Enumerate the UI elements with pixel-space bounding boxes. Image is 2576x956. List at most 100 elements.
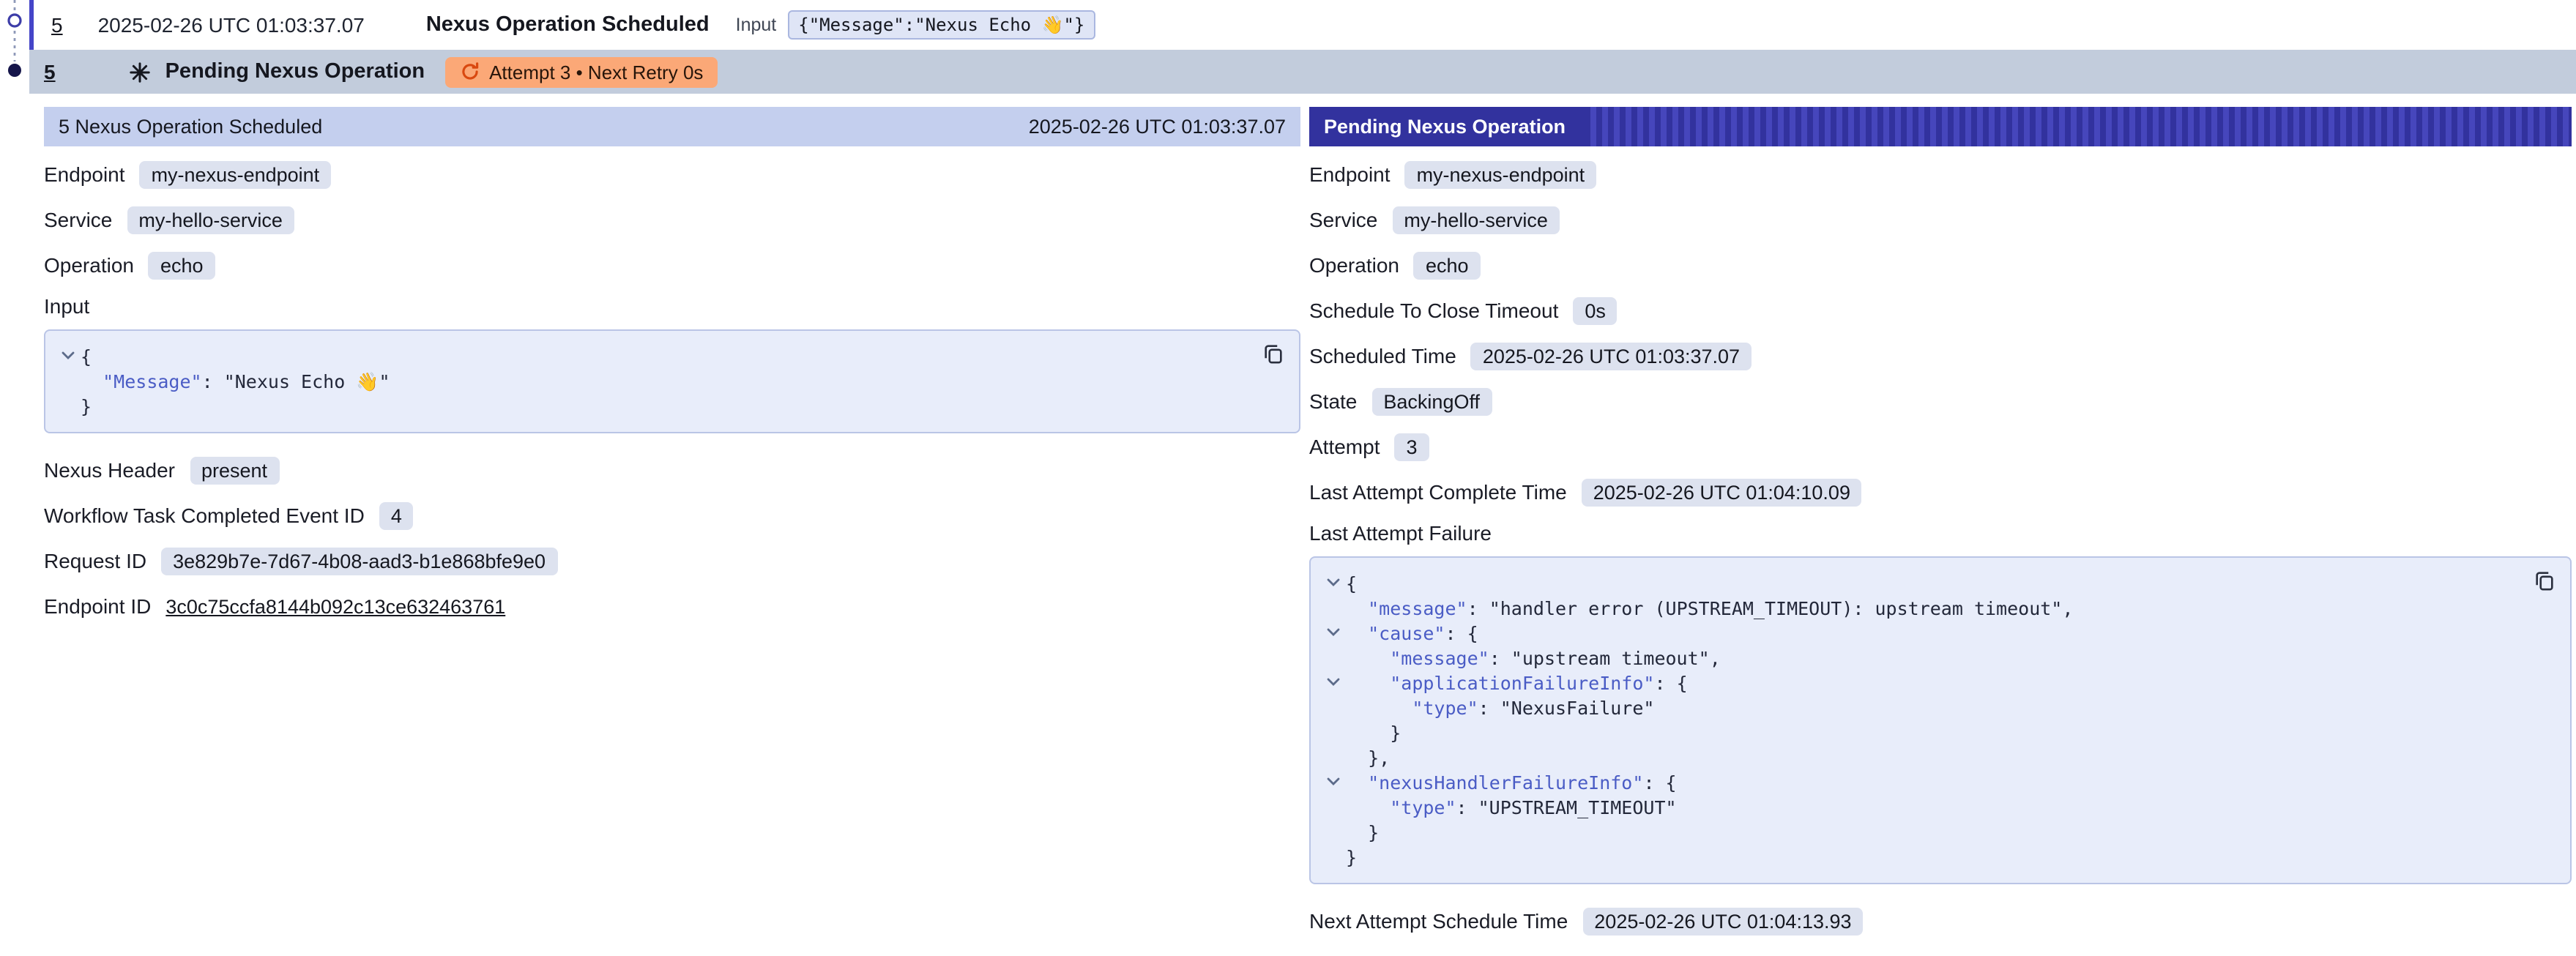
detail-panels: 5 Nexus Operation Scheduled 2025-02-26 U… xyxy=(29,94,2576,950)
pending-event-id-link[interactable]: 5 xyxy=(44,60,56,83)
field-next-attempt-schedule-time: Next Attempt Schedule Time 2025-02-26 UT… xyxy=(1309,905,2572,937)
field-label: Service xyxy=(44,208,112,231)
timeline-markers-icon xyxy=(0,0,29,102)
field-value-chip: 4 xyxy=(379,501,414,529)
field-endpoint: Endpoint my-nexus-endpoint xyxy=(44,158,1300,190)
field-endpoint: Endpoint my-nexus-endpoint xyxy=(1309,158,2572,190)
field-value-chip: 2025-02-26 UTC 01:04:13.93 xyxy=(1582,907,1863,935)
json-line: }, xyxy=(1319,745,2512,770)
json-line: "Message": "Nexus Echo 👋" xyxy=(54,369,1240,394)
field-service: Service my-hello-service xyxy=(1309,203,2572,236)
field-value-chip: 0s xyxy=(1573,296,1618,324)
json-line: } xyxy=(1319,720,2512,745)
json-line: { xyxy=(1319,571,2512,596)
field-label: Scheduled Time xyxy=(1309,344,1456,367)
timeline-filled-node-icon xyxy=(8,64,21,77)
timeline-open-node-icon xyxy=(9,15,21,26)
json-line: } xyxy=(1319,820,2512,845)
field-value-chip: BackingOff xyxy=(1371,387,1492,415)
json-line: } xyxy=(54,394,1240,419)
field-label: Request ID xyxy=(44,549,146,572)
json-line: "message": "handler error (UPSTREAM_TIME… xyxy=(1319,596,2512,621)
json-line: "type": "NexusFailure" xyxy=(1319,695,2512,720)
field-value-chip: my-hello-service xyxy=(1392,206,1560,234)
event-history-view: 5 2025-02-26 UTC 01:03:37.07 Nexus Opera… xyxy=(0,0,2576,956)
copy-icon[interactable] xyxy=(1262,343,1284,365)
input-json-viewer: { "Message": "Nexus Echo 👋" } xyxy=(44,329,1300,433)
scheduled-panel-title: 5 Nexus Operation Scheduled xyxy=(59,116,322,138)
chevron-down-icon[interactable] xyxy=(1319,671,1346,695)
event-id-link[interactable]: 5 xyxy=(51,13,63,37)
field-label: Schedule To Close Timeout xyxy=(1309,299,1558,322)
chevron-down-icon[interactable] xyxy=(1319,770,1346,795)
retry-status-badge: Attempt 3 • Next Retry 0s xyxy=(445,56,718,87)
failure-json-viewer: { "message": "handler error (UPSTREAM_TI… xyxy=(1309,556,2572,884)
field-label: Service xyxy=(1309,208,1377,231)
field-service: Service my-hello-service xyxy=(44,203,1300,236)
field-value-chip: my-hello-service xyxy=(127,206,294,234)
chevron-down-icon[interactable] xyxy=(1319,571,1346,596)
field-value-chip: 3 xyxy=(1395,433,1429,460)
field-label: Nexus Header xyxy=(44,458,175,482)
input-inline-label: Input xyxy=(736,15,777,35)
chevron-down-icon[interactable] xyxy=(1319,621,1346,646)
retry-badge-label: Attempt 3 • Next Retry 0s xyxy=(489,61,703,83)
field-label: Operation xyxy=(1309,253,1399,277)
field-operation: Operation echo xyxy=(44,249,1300,281)
field-state: State BackingOff xyxy=(1309,385,2572,417)
endpoint-id-link[interactable]: 3c0c75ccfa8144b092c13ce632463761 xyxy=(165,595,505,617)
input-preview-chip: {"Message":"Nexus Echo 👋"} xyxy=(788,10,1095,40)
scheduled-event-panel: 5 Nexus Operation Scheduled 2025-02-26 U… xyxy=(44,107,1300,635)
pending-operation-panel: Pending Nexus Operation Endpoint my-nexu… xyxy=(1309,107,2572,950)
field-value-chip: echo xyxy=(1414,251,1481,279)
field-request-id: Request ID 3e829b7e-7d67-4b08-aad3-b1e86… xyxy=(44,545,1300,577)
field-value-chip: echo xyxy=(149,251,215,279)
field-value-chip: my-nexus-endpoint xyxy=(140,160,332,188)
field-value-chip: present xyxy=(190,456,279,484)
pending-operation-row[interactable]: 5 Pending Nexus Operation Attempt 3 • Ne… xyxy=(29,50,2576,94)
field-label: Endpoint ID xyxy=(44,594,151,618)
timeline-gutter xyxy=(0,0,29,956)
chevron-down-icon[interactable] xyxy=(54,344,81,369)
field-value-chip: my-nexus-endpoint xyxy=(1405,160,1597,188)
field-last-attempt-complete-time: Last Attempt Complete Time 2025-02-26 UT… xyxy=(1309,476,2572,508)
field-attempt: Attempt 3 xyxy=(1309,430,2572,463)
history-content: 5 2025-02-26 UTC 01:03:37.07 Nexus Opera… xyxy=(29,0,2576,956)
field-label: Attempt xyxy=(1309,435,1380,458)
pending-asterisk-icon xyxy=(129,61,151,83)
field-schedule-to-close-timeout: Schedule To Close Timeout 0s xyxy=(1309,294,2572,326)
field-label: Endpoint xyxy=(44,163,125,186)
copy-icon[interactable] xyxy=(2534,570,2555,591)
field-scheduled-time: Scheduled Time 2025-02-26 UTC 01:03:37.0… xyxy=(1309,340,2572,372)
json-line: } xyxy=(1319,845,2512,870)
json-line: "type": "UPSTREAM_TIMEOUT" xyxy=(1319,795,2512,820)
field-label: Last Attempt Complete Time xyxy=(1309,480,1567,504)
json-line: { xyxy=(54,344,1240,369)
retry-icon xyxy=(460,61,480,82)
json-line: "nexusHandlerFailureInfo": { xyxy=(1319,770,2512,795)
event-timestamp: 2025-02-26 UTC 01:03:37.07 xyxy=(98,13,365,37)
pending-row-title: Pending Nexus Operation xyxy=(165,60,425,83)
field-value-chip: 2025-02-26 UTC 01:04:10.09 xyxy=(1582,478,1862,506)
field-label: Next Attempt Schedule Time xyxy=(1309,909,1568,933)
input-section-label: Input xyxy=(44,294,1300,318)
field-label: State xyxy=(1309,389,1357,413)
pending-panel-body: Endpoint my-nexus-endpoint Service my-he… xyxy=(1309,146,2572,937)
pending-panel-header: Pending Nexus Operation xyxy=(1309,107,2572,146)
field-label: Operation xyxy=(44,253,134,277)
pending-panel-title: Pending Nexus Operation xyxy=(1309,107,1586,146)
field-value-chip: 3e829b7e-7d67-4b08-aad3-b1e868bfe9e0 xyxy=(161,547,557,575)
scheduled-panel-body: Endpoint my-nexus-endpoint Service my-he… xyxy=(44,146,1300,622)
json-line: "applicationFailureInfo": { xyxy=(1319,671,2512,695)
event-row-nexus-operation-scheduled[interactable]: 5 2025-02-26 UTC 01:03:37.07 Nexus Opera… xyxy=(29,0,2576,50)
field-endpoint-id: Endpoint ID 3c0c75ccfa8144b092c13ce63246… xyxy=(44,590,1300,622)
json-line: "cause": { xyxy=(1319,621,2512,646)
json-line: "message": "upstream timeout", xyxy=(1319,646,2512,671)
field-label: Endpoint xyxy=(1309,163,1391,186)
field-nexus-header: Nexus Header present xyxy=(44,454,1300,486)
field-operation: Operation echo xyxy=(1309,249,2572,281)
scheduled-panel-header: 5 Nexus Operation Scheduled 2025-02-26 U… xyxy=(44,107,1300,146)
event-title: Nexus Operation Scheduled xyxy=(426,13,710,37)
field-label: Workflow Task Completed Event ID xyxy=(44,504,365,527)
scheduled-panel-timestamp: 2025-02-26 UTC 01:03:37.07 xyxy=(1029,116,1286,138)
